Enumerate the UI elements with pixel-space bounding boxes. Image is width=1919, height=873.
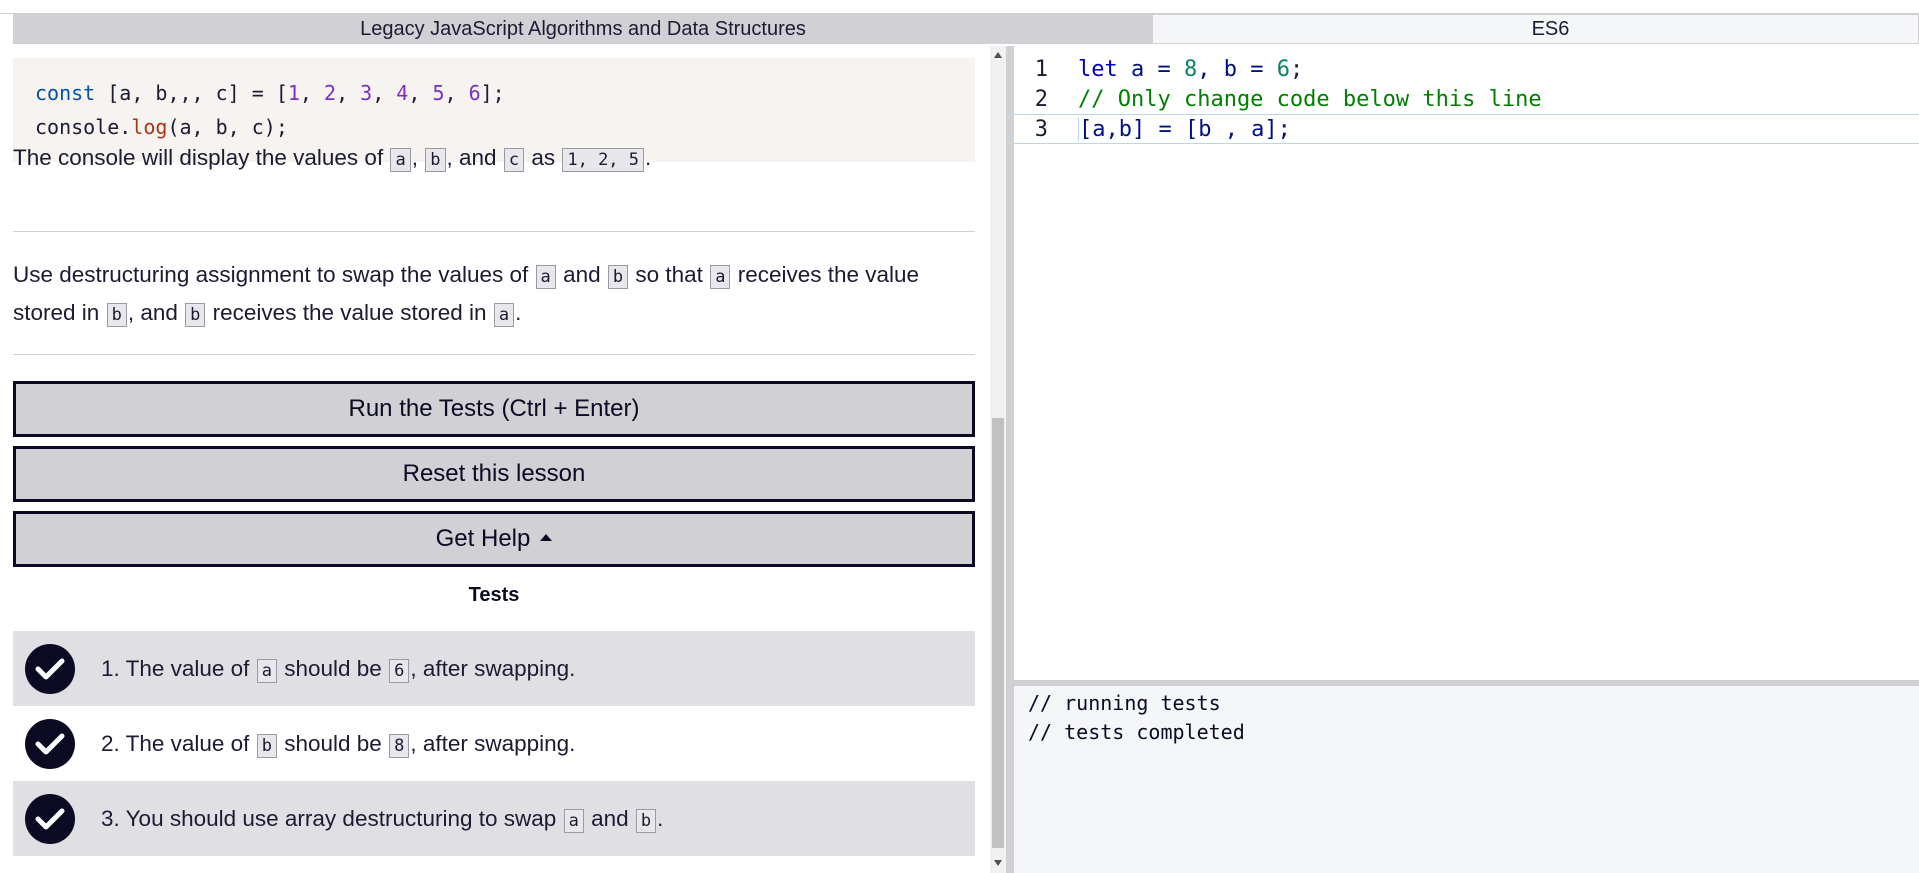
- example-code-line-2: console.log(a, b, c);: [35, 115, 288, 139]
- get-help-button[interactable]: Get Help: [13, 511, 975, 567]
- line-number: 3: [1034, 116, 1048, 142]
- test-text: 2. The value of b should be 8, after swa…: [101, 730, 576, 758]
- run-tests-button[interactable]: Run the Tests (Ctrl + Enter): [13, 381, 975, 437]
- inline-code: b: [106, 303, 127, 327]
- inline-code: b: [635, 808, 657, 833]
- console-output: // running tests // tests completed: [1014, 686, 1919, 873]
- tests-heading: Tests: [468, 584, 520, 606]
- divider: [13, 354, 975, 355]
- test-item: 2. The value of b should be 8, after swa…: [13, 706, 975, 781]
- inline-code: a: [710, 265, 731, 289]
- editor-line[interactable]: 2 // Only change code below this line: [1014, 84, 1919, 114]
- inline-code: a: [493, 303, 515, 327]
- top-border: [0, 0, 1919, 14]
- test-text: 1. The value of a should be 6, after swa…: [101, 655, 576, 683]
- breadcrumb-superblock-label: Legacy JavaScript Algorithms and Data St…: [360, 17, 806, 40]
- breadcrumb-superblock[interactable]: Legacy JavaScript Algorithms and Data St…: [13, 14, 1153, 44]
- inline-code: 8: [389, 733, 410, 758]
- line-code: let a = 8, b = 6;: [1078, 56, 1304, 82]
- code-editor[interactable]: 1 let a = 8, b = 6; 2 // Only change cod…: [1014, 54, 1919, 680]
- inline-code: b: [425, 148, 446, 172]
- test-item: 1. The value of a should be 6, after swa…: [13, 631, 975, 706]
- inline-code: c: [503, 148, 525, 172]
- console-line: // running tests: [1028, 691, 1221, 715]
- reset-lesson-button[interactable]: Reset this lesson: [13, 446, 975, 502]
- test-item: 3. You should use array destructuring to…: [13, 781, 975, 856]
- editor-line-active[interactable]: 3 [a,b] = [b , a];: [1014, 114, 1919, 144]
- caret-up-icon: [540, 533, 553, 541]
- breadcrumb-block[interactable]: ES6: [1153, 14, 1919, 44]
- line-code: // Only change code below this line: [1078, 86, 1542, 112]
- editor-line[interactable]: 1 let a = 8, b = 6;: [1014, 54, 1919, 84]
- divider: [13, 231, 975, 232]
- test-text: 3. You should use array destructuring to…: [101, 805, 664, 833]
- scroll-up-arrow-icon[interactable]: [994, 52, 1002, 58]
- scrollbar-thumb[interactable]: [992, 418, 1004, 848]
- line-number: 2: [1034, 86, 1048, 112]
- inline-code: a: [563, 808, 584, 833]
- inline-code: a: [390, 148, 411, 172]
- inline-code: b: [607, 265, 629, 289]
- inline-code: a: [535, 265, 556, 289]
- paragraph-task: Use destructuring assignment to swap the…: [13, 262, 920, 327]
- line-number: 1: [1034, 56, 1048, 82]
- inline-code: b: [185, 303, 206, 327]
- line-code: [a,b] = [b , a];: [1078, 116, 1291, 142]
- instructions-pane: const [a, b,,, c] = [1, 2, 3, 4, 5, 6]; …: [0, 46, 990, 873]
- pane-resize-handle[interactable]: [1006, 46, 1014, 873]
- check-circle-icon: [25, 643, 75, 694]
- paragraph-console-output: The console will display the values of a…: [13, 145, 652, 172]
- inline-code: a: [256, 658, 277, 683]
- check-circle-icon: [25, 793, 75, 844]
- console-line: // tests completed: [1028, 720, 1245, 744]
- example-code-line-1: const [a, b,,, c] = [1, 2, 3, 4, 5, 6];: [35, 81, 505, 105]
- inline-code: 6: [389, 658, 410, 683]
- scroll-down-arrow-icon[interactable]: [994, 860, 1002, 866]
- inline-code: 1, 2, 5: [562, 148, 645, 172]
- breadcrumb-block-label: ES6: [1531, 17, 1570, 40]
- instructions-scrollbar[interactable]: [990, 46, 1006, 873]
- breadcrumb: Legacy JavaScript Algorithms and Data St…: [13, 14, 1919, 44]
- check-circle-icon: [25, 718, 75, 769]
- inline-code: b: [256, 733, 277, 758]
